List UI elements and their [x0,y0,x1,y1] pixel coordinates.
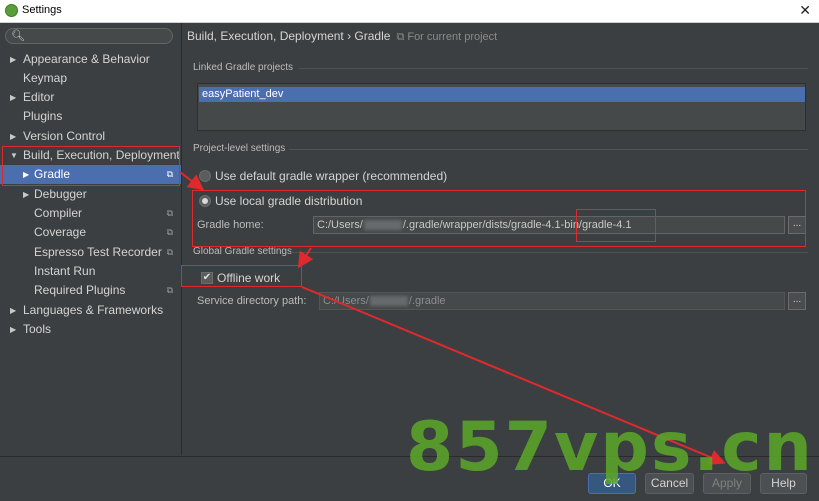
sidebar-item-label: Editor [23,90,55,104]
linked-projects-list[interactable]: easyPatient_dev [197,83,806,131]
project-level-heading: Project-level settings [193,143,286,154]
sidebar-item-label: Build, Execution, Deployment [23,148,180,162]
section-divider [289,149,808,150]
close-icon[interactable]: ✕ [799,2,811,19]
expand-arrow-icon[interactable]: ▶ [23,185,29,204]
sidebar-item-languages-frameworks[interactable]: ▶ Languages & Frameworks [0,301,181,320]
service-directory-label: Service directory path: [197,295,307,307]
gradle-home-suffix: /.gradle/wrapper/dists/gradle-4.1-bin/gr… [402,219,632,231]
sidebar-item-compiler[interactable]: Compiler ⧉ [0,204,181,223]
section-divider [291,252,808,253]
sidebar-item-label: Languages & Frameworks [23,303,164,317]
gradle-settings-panel: Build, Execution, Deployment › Gradle ⧉ F… [182,23,819,455]
sidebar-item-label: Coverage [34,225,87,239]
sidebar-item-label: Appearance & Behavior [23,52,150,66]
sidebar-item-label: Keymap [23,71,68,85]
service-directory-prefix: C:/Users/ [323,295,369,307]
sidebar-item-required-plugins[interactable]: Required Plugins ⧉ [0,281,181,300]
sidebar-item-tools[interactable]: ▶ Tools [0,320,181,339]
sidebar-item-label: Required Plugins [34,283,126,297]
dialog-button-bar: OK Cancel Apply Help [0,456,819,501]
gradle-home-browse-button[interactable]: ... [788,216,806,234]
gradle-home-prefix: C:/Users/ [317,219,363,231]
expand-arrow-icon[interactable]: ▶ [10,50,16,69]
gradle-home-field[interactable]: C:/Users/ /.gradle/wrapper/dists/gradle-4… [313,216,785,234]
sidebar-item-coverage[interactable]: Coverage ⧉ [0,223,181,242]
expand-arrow-icon[interactable]: ▶ [10,88,16,107]
service-directory-suffix: /.gradle [408,295,446,307]
sidebar-item-label: Gradle [34,167,71,181]
expand-arrow-icon[interactable]: ▶ [10,301,16,320]
project-scope-icon: ⧉ [166,169,173,179]
sidebar-item-label: Plugins [23,109,63,123]
global-settings-heading: Global Gradle settings [193,246,292,257]
checkbox-check-icon[interactable]: ✔ [201,272,213,284]
local-distribution-label: Use local gradle distribution [215,194,363,208]
window-titlebar: Settings ✕ [0,0,819,23]
sidebar-item-gradle[interactable]: ▶ Gradle ⧉ [0,165,181,184]
radio-button[interactable] [199,195,211,207]
settings-sidebar: 🔍︎ ▶ Appearance & Behavior Keymap ▶ Edit… [0,23,182,455]
sidebar-item-keymap[interactable]: Keymap [0,69,181,88]
radio-button[interactable] [199,170,211,182]
breadcrumb: Build, Execution, Deployment › Gradle ⧉ F… [187,29,497,44]
breadcrumb-path: Build, Execution, Deployment › Gradle [187,29,391,43]
collapse-arrow-icon[interactable]: ▼ [10,146,18,165]
apply-button[interactable]: Apply [703,473,751,494]
sidebar-item-plugins[interactable]: Plugins [0,107,181,126]
expand-arrow-icon[interactable]: ▶ [10,127,16,146]
sidebar-item-build-execution-deployment[interactable]: ▼ Build, Execution, Deployment [0,146,181,165]
sidebar-item-instant-run[interactable]: Instant Run [0,262,181,281]
service-directory-field[interactable]: C:/Users/ /.gradle [319,292,785,310]
linked-project-row[interactable]: easyPatient_dev [199,87,805,102]
search-icon: 🔍︎ [11,30,25,42]
redacted-username [363,220,402,231]
sidebar-item-label: Espresso Test Recorder [34,245,162,259]
linked-projects-heading: Linked Gradle projects [193,62,294,73]
sidebar-item-appearance-behavior[interactable]: ▶ Appearance & Behavior [0,50,181,69]
sidebar-item-label: Compiler [34,206,83,220]
expand-arrow-icon[interactable]: ▶ [10,320,16,339]
window-title: Settings [22,4,62,16]
sidebar-item-label: Instant Run [34,264,96,278]
offline-work-label: Offline work [217,271,281,285]
redacted-username [369,296,408,307]
help-button[interactable]: Help [760,473,807,494]
project-scope-icon: ⧉ [166,247,173,257]
breadcrumb-scope: ⧉ For current project [396,31,498,43]
sidebar-item-version-control[interactable]: ▶ Version Control [0,127,181,146]
sidebar-item-label: Version Control [23,129,106,143]
sidebar-item-espresso-test-recorder[interactable]: Espresso Test Recorder ⧉ [0,243,181,262]
ok-button[interactable]: OK [588,473,636,494]
sidebar-item-label: Debugger [34,187,87,201]
sidebar-item-debugger[interactable]: ▶ Debugger [0,185,181,204]
default-wrapper-label: Use default gradle wrapper (recommended) [215,169,448,183]
cancel-button[interactable]: Cancel [645,473,694,494]
project-scope-icon: ⧉ [166,208,173,218]
section-divider [299,68,808,69]
intellij-app-icon [5,4,18,17]
gradle-home-label: Gradle home: [197,219,264,231]
sidebar-item-label: Tools [23,322,52,336]
project-scope-icon: ⧉ [166,285,173,295]
search-input[interactable]: 🔍︎ [5,28,173,44]
service-directory-browse-button[interactable]: ... [788,292,806,310]
project-scope-icon: ⧉ [166,227,173,237]
expand-arrow-icon[interactable]: ▶ [23,165,29,184]
sidebar-item-editor[interactable]: ▶ Editor [0,88,181,107]
